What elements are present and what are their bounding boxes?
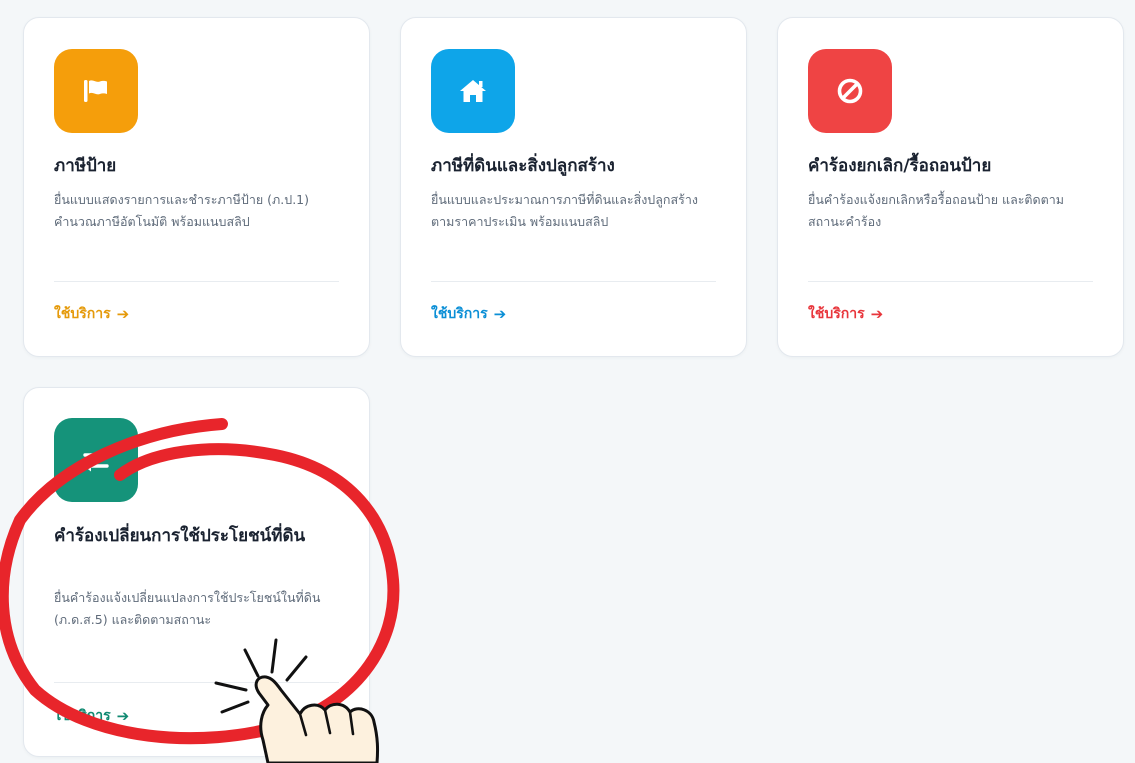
flag-icon	[54, 49, 138, 133]
card-title: คำร้องเปลี่ยนการใช้ประโยชน์ที่ดิน	[54, 526, 306, 546]
arrow-right-icon: ➔	[493, 305, 507, 323]
icon-container	[808, 49, 892, 133]
service-card-land-use-change[interactable]: คำร้องเปลี่ยนการใช้ประโยชน์ที่ดิน ยื่นคำ…	[23, 387, 370, 757]
card-title: คำร้องยกเลิก/รื้อถอนป้าย	[808, 156, 992, 176]
card-description: ยื่นคำร้องแจ้งเปลี่ยนแปลงการใช้ประโยชน์ใ…	[54, 590, 321, 627]
exchange-icon	[54, 418, 138, 502]
divider	[431, 281, 716, 282]
use-service-link[interactable]: ใช้บริการ ➔	[54, 304, 129, 324]
card-description: ยื่นแบบและประมาณการภาษีที่ดินและสิ่งปลูก…	[431, 192, 698, 229]
use-service-label: ใช้บริการ	[808, 306, 865, 322]
icon-container	[431, 49, 515, 133]
card-description: ยื่นคำร้องแจ้งยกเลิกหรือรื้อถอนป้าย และต…	[808, 192, 1065, 229]
divider	[54, 682, 339, 683]
ban-icon	[808, 49, 892, 133]
service-card-cancel-sign[interactable]: คำร้องยกเลิก/รื้อถอนป้าย ยื่นคำร้องแจ้งย…	[777, 17, 1124, 357]
use-service-label: ใช้บริการ	[54, 708, 111, 724]
arrow-right-icon: ➔	[116, 707, 130, 725]
use-service-link[interactable]: ใช้บริการ ➔	[808, 304, 883, 324]
icon-container	[54, 49, 138, 133]
card-title: ภาษีป้าย	[54, 156, 117, 176]
service-card-land-tax[interactable]: ภาษีที่ดินและสิ่งปลูกสร้าง ยื่นแบบและประ…	[400, 17, 747, 357]
use-service-label: ใช้บริการ	[431, 306, 488, 322]
card-description: ยื่นแบบแสดงรายการและชำระภาษีป้าย (ภ.ป.1)…	[54, 192, 309, 229]
use-service-link[interactable]: ใช้บริการ ➔	[54, 706, 129, 726]
divider	[808, 281, 1093, 282]
use-service-link[interactable]: ใช้บริการ ➔	[431, 304, 506, 324]
use-service-label: ใช้บริการ	[54, 306, 111, 322]
arrow-right-icon: ➔	[870, 305, 884, 323]
icon-container	[54, 418, 138, 502]
divider	[54, 281, 339, 282]
card-title: ภาษีที่ดินและสิ่งปลูกสร้าง	[431, 156, 615, 176]
arrow-right-icon: ➔	[116, 305, 130, 323]
home-icon	[431, 49, 515, 133]
service-card-sign-tax[interactable]: ภาษีป้าย ยื่นแบบแสดงรายการและชำระภาษีป้า…	[23, 17, 370, 357]
